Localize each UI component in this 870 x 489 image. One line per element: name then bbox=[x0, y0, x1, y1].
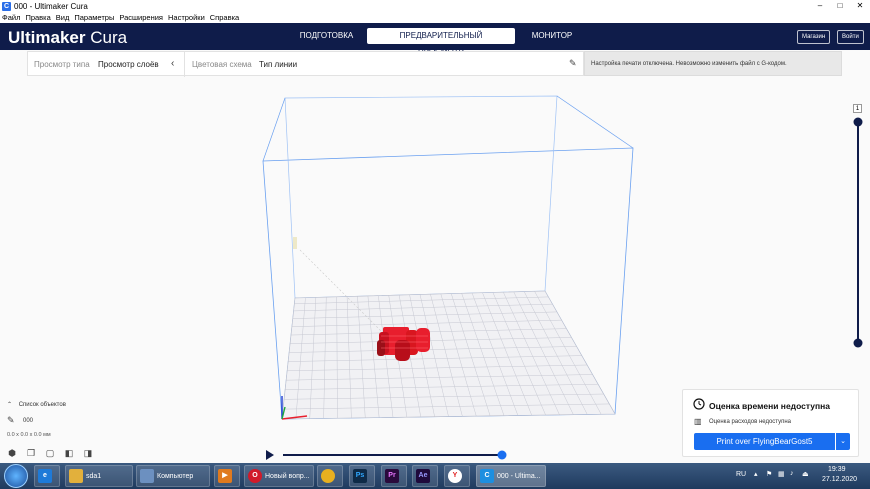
flag-icon[interactable]: ⚑ bbox=[766, 470, 772, 478]
minimize-button[interactable]: – bbox=[810, 0, 830, 12]
path-slider-handle[interactable] bbox=[497, 450, 507, 460]
build-volume-back-face bbox=[284, 95, 558, 299]
computer-icon bbox=[140, 469, 154, 483]
color-scheme-select[interactable]: Тип линии bbox=[259, 60, 297, 69]
opera-icon: O bbox=[248, 469, 262, 483]
build-plate bbox=[281, 290, 616, 420]
view-front-icon[interactable]: ❐ bbox=[26, 448, 36, 458]
language-indicator[interactable]: RU bbox=[736, 471, 746, 478]
tab-preview[interactable]: ПРЕДВАРИТЕЛЬНЫЙ ПРОСМОТР bbox=[367, 28, 515, 56]
layer-slider-top-handle[interactable] bbox=[853, 117, 863, 127]
object-name: 000 bbox=[23, 418, 34, 424]
after-effects-icon: Ae bbox=[416, 469, 430, 483]
volume-icon[interactable]: ♪ bbox=[790, 470, 794, 477]
menu-file[interactable]: Файл bbox=[2, 13, 20, 22]
window-controls: – □ ✕ bbox=[810, 0, 870, 12]
cura-app-icon: C bbox=[2, 1, 11, 11]
network-icon[interactable]: ▦ bbox=[778, 470, 785, 478]
marketplace-button[interactable]: Магазин bbox=[797, 30, 831, 44]
chevron-down-icon[interactable]: ⌄ bbox=[836, 433, 850, 450]
menu-view[interactable]: Вид bbox=[56, 13, 70, 22]
view-type-label: Просмотр типа bbox=[34, 60, 90, 69]
taskbar-premiere[interactable]: Pr bbox=[381, 465, 407, 487]
internet-explorer-icon: e bbox=[38, 469, 52, 483]
view-right-icon[interactable]: ◨ bbox=[83, 448, 93, 458]
window-titlebar: C 000 - Ultimaker Cura – □ ✕ bbox=[0, 0, 870, 12]
maximize-button[interactable]: □ bbox=[830, 0, 850, 12]
object-dimensions: 0.0 x 0.0 x 0.0 мм bbox=[7, 432, 51, 438]
tray-chevron-icon[interactable]: ▴ bbox=[754, 470, 758, 478]
pencil-icon[interactable]: ✎ bbox=[569, 58, 577, 69]
layer-slider-bottom-handle[interactable] bbox=[853, 338, 863, 348]
menu-extensions[interactable]: Расширения bbox=[119, 13, 163, 22]
material-spool-icon: ▥ bbox=[694, 417, 702, 426]
system-tray: RU ▴ ⚑ ▦ ♪ ⏏ 19:39 27.12.2020 bbox=[734, 463, 870, 489]
taskbar-explorer-sda1[interactable]: sda1 bbox=[65, 465, 133, 487]
clock-icon bbox=[693, 398, 705, 410]
object-list-label: Список объектов bbox=[18, 402, 66, 408]
camera-view-buttons: ⬢ ❐ ▢ ◧ ◨ bbox=[7, 448, 93, 458]
view-top-icon[interactable]: ▢ bbox=[45, 448, 55, 458]
menu-settings[interactable]: Параметры bbox=[74, 13, 114, 22]
cura-icon: C bbox=[480, 469, 494, 483]
print-settings-notice: Настройка печати отключена. Невозможно и… bbox=[584, 51, 842, 76]
time-estimate-text: Оценка времени недоступна bbox=[709, 401, 830, 411]
menu-edit[interactable]: Правка bbox=[25, 13, 50, 22]
material-estimate-text: Оценка расходов недоступна bbox=[709, 419, 792, 425]
view-3d-icon[interactable]: ⬢ bbox=[7, 448, 17, 458]
taskbar-chrome[interactable] bbox=[317, 465, 343, 487]
chevron-up-icon: ⌃ bbox=[7, 402, 13, 408]
divider bbox=[184, 52, 185, 77]
windows-taskbar: e sda1 Компьютер ▶ O Новый вопр... Ps Pr … bbox=[0, 463, 870, 489]
taskbar-computer[interactable]: Компьютер bbox=[136, 465, 210, 487]
signin-button[interactable]: Войти bbox=[837, 30, 864, 44]
play-icon[interactable] bbox=[266, 450, 274, 460]
start-button[interactable] bbox=[4, 464, 28, 488]
photoshop-icon: Ps bbox=[353, 469, 367, 483]
folder-icon bbox=[69, 469, 83, 483]
media-player-icon: ▶ bbox=[218, 469, 232, 483]
usb-icon[interactable]: ⏏ bbox=[802, 470, 809, 478]
object-list-toggle[interactable]: ⌃ Список объектов bbox=[7, 401, 66, 408]
app-header: Ultimaker Cura ПОДГОТОВКА ПРЕДВАРИТЕЛЬНЫ… bbox=[0, 23, 870, 56]
clock-time[interactable]: 19:39 bbox=[828, 466, 846, 473]
taskbar-opera[interactable]: O Новый вопр... bbox=[244, 465, 314, 487]
clock-date[interactable]: 27.12.2020 bbox=[822, 476, 857, 483]
taskbar-cura[interactable]: C 000 - Ultima... bbox=[476, 465, 546, 487]
view-options-bar: Просмотр типа Просмотр слоёв ‹ Цветовая … bbox=[27, 51, 584, 77]
taskbar-ie[interactable]: e bbox=[34, 465, 60, 487]
menu-help[interactable]: Справка bbox=[210, 13, 239, 22]
premiere-icon: Pr bbox=[385, 469, 399, 483]
chrome-icon bbox=[321, 469, 335, 483]
yandex-browser-icon: Y bbox=[448, 469, 462, 483]
view-type-select[interactable]: Просмотр слоёв bbox=[98, 60, 159, 69]
close-button[interactable]: ✕ bbox=[850, 0, 870, 12]
print-estimate-panel: Оценка времени недоступна ▥ Оценка расхо… bbox=[682, 389, 859, 457]
ultimaker-cura-logo: Ultimaker Cura bbox=[8, 28, 128, 47]
layer-number-label: 1 bbox=[853, 104, 862, 113]
pencil-icon[interactable]: ✎ bbox=[7, 415, 15, 426]
taskbar-photoshop[interactable]: Ps bbox=[349, 465, 375, 487]
color-scheme-label: Цветовая схема bbox=[192, 60, 252, 69]
window-title: 000 - Ultimaker Cura bbox=[14, 1, 88, 11]
tab-monitor[interactable]: МОНИТОР bbox=[515, 28, 589, 44]
taskbar-media-player[interactable]: ▶ bbox=[214, 465, 240, 487]
chevron-left-icon[interactable]: ‹ bbox=[171, 58, 174, 69]
nozzle-start-marker bbox=[293, 237, 297, 249]
taskbar-after-effects[interactable]: Ae bbox=[412, 465, 438, 487]
view-left-icon[interactable]: ◧ bbox=[64, 448, 74, 458]
stage-tabs: ПОДГОТОВКА ПРЕДВАРИТЕЛЬНЫЙ ПРОСМОТР МОНИ… bbox=[286, 28, 589, 56]
tab-prepare[interactable]: ПОДГОТОВКА bbox=[286, 28, 367, 44]
menu-preferences[interactable]: Настройки bbox=[168, 13, 205, 22]
menu-bar: Файл Правка Вид Параметры Расширения Нас… bbox=[0, 12, 870, 23]
taskbar-yandex[interactable]: Y bbox=[444, 465, 470, 487]
print-over-network-button[interactable]: Print over FlyingBearGost5 bbox=[694, 433, 835, 450]
